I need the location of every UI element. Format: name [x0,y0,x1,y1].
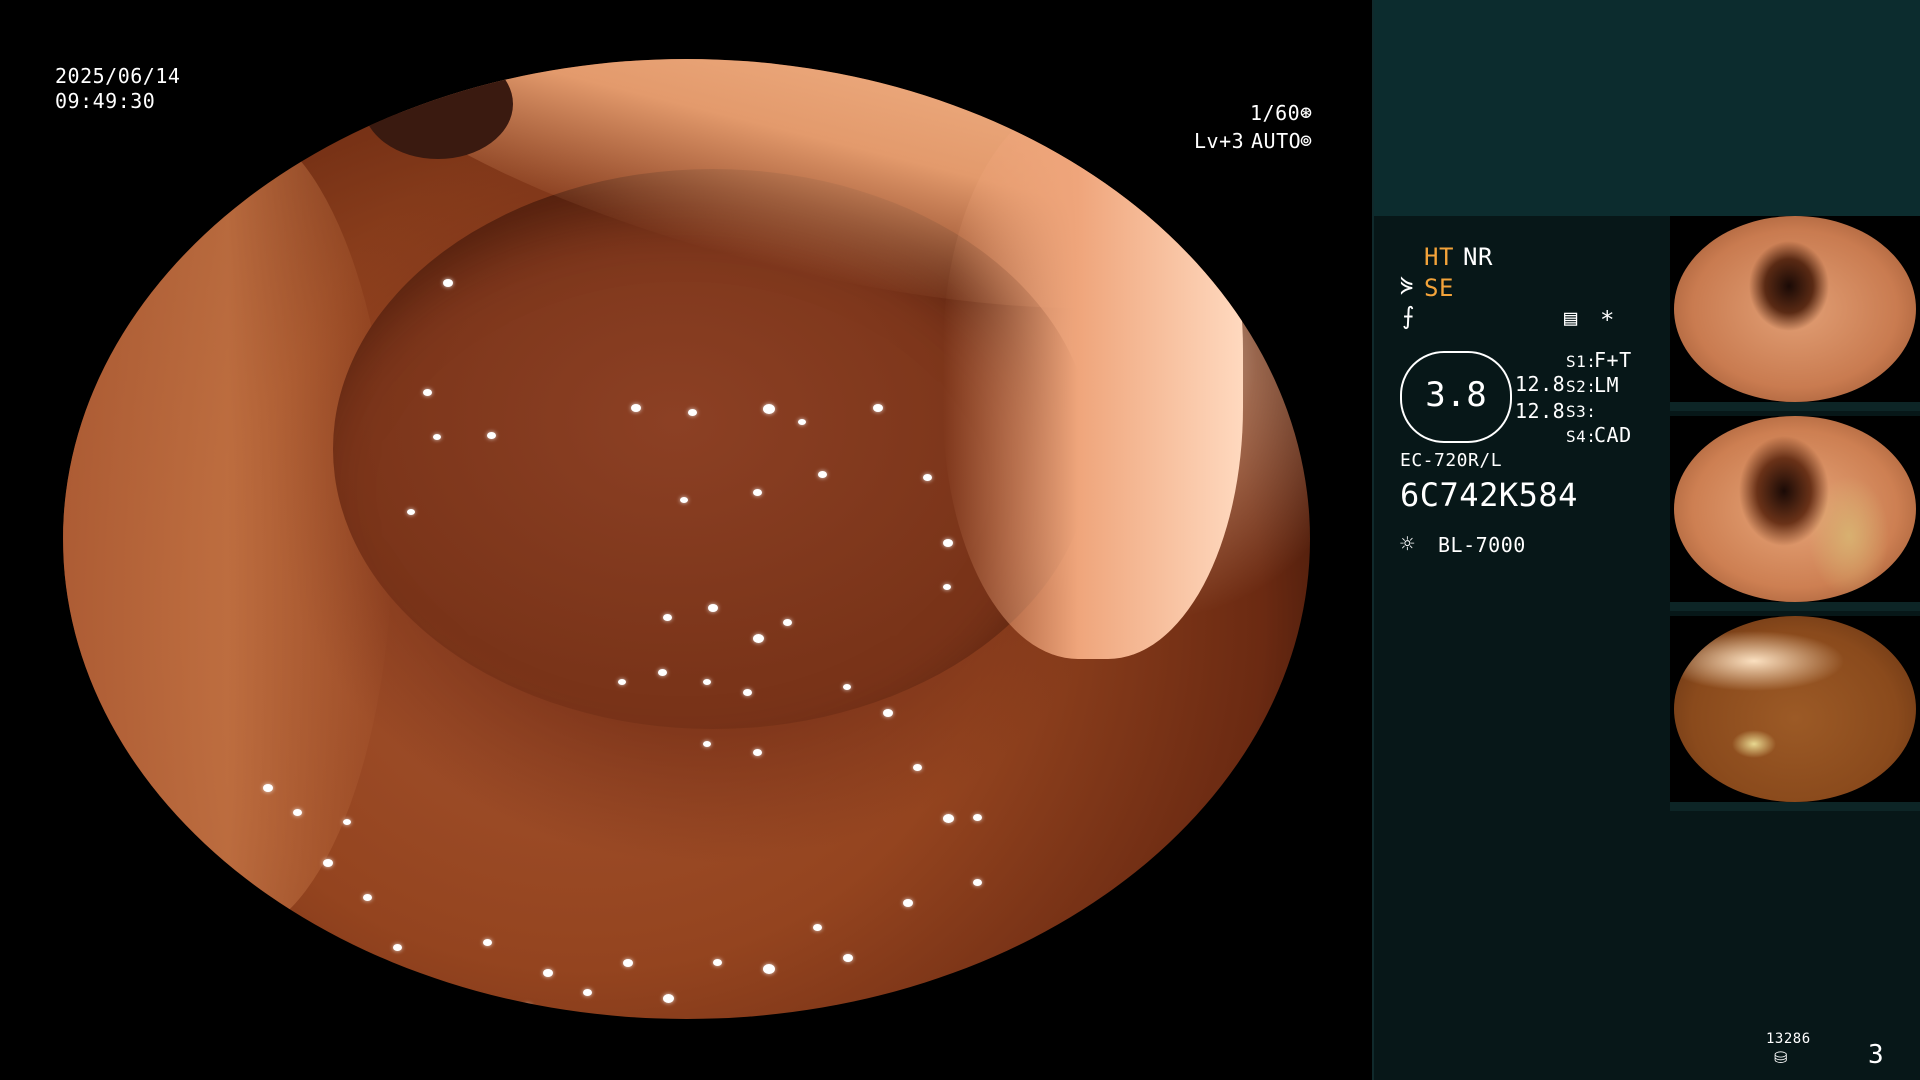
specular-highlight [973,814,982,821]
captured-thumbnail-1[interactable] [1670,216,1920,411]
shutter-speed: 1/60 [1250,101,1301,125]
specular-highlight [658,669,667,676]
s4-value: CAD [1594,423,1632,447]
thumbnail-image [1674,616,1916,802]
captured-thumbnail-3[interactable] [1670,616,1920,811]
specular-highlight [763,964,775,974]
thumbnail-image [1674,216,1916,402]
thumbnail-info-strip [1670,602,1920,611]
endoscope-video-view [63,59,1310,1019]
specular-highlight [843,684,851,690]
ht-indicator: HT [1424,243,1454,271]
specular-highlight [903,899,913,907]
se-indicator: SE [1424,274,1454,302]
mucosa-left-wall [63,119,393,939]
specular-highlight [883,709,893,717]
date-label: 2025/06/14 [55,64,181,88]
specular-highlight [433,434,441,440]
s1-label: S1: [1566,352,1597,371]
specular-highlight [753,634,764,643]
filter-icon: ⨍ [1402,302,1416,330]
scope-model: EC-720R/L [1400,450,1503,471]
specular-highlight [323,859,333,867]
nr-indicator: NR [1463,243,1493,271]
specular-highlight [783,619,792,626]
specular-highlight [943,584,951,590]
s3-label: S3: [1566,402,1597,421]
specular-highlight [423,389,432,396]
panel-header-area [1374,0,1920,216]
specular-highlight [523,1004,532,1011]
image-count: 3 [1868,1040,1885,1070]
specular-highlight [453,994,463,1002]
asterisk-marker: * [1600,306,1615,334]
light-source-icon: ☼ [1400,530,1415,558]
s2-value: LM [1594,373,1620,397]
specular-highlight [343,819,351,825]
specular-highlight [313,1009,322,1016]
specular-highlight [743,689,752,696]
s2-label: S2: [1566,377,1597,396]
specular-highlight [708,604,718,612]
specular-highlight [443,279,453,287]
specular-highlight [813,924,822,931]
specular-highlight [703,679,711,685]
specular-highlight [363,894,372,901]
iris-mode: AUTO [1251,129,1302,153]
scope-serial: 6C742K584 [1400,476,1578,514]
specular-highlight [680,497,688,503]
thumbnail-info-strip [1670,802,1920,811]
zoom-gauge: 3.8 [1400,351,1512,443]
time-label: 09:49:30 [55,89,156,113]
specular-highlight [663,994,674,1003]
specular-highlight [293,809,302,816]
specular-highlight [943,539,953,547]
specular-highlight [543,969,553,977]
specular-highlight [631,404,641,412]
thumbnail-info-strip [1670,402,1920,411]
specular-highlight [843,954,853,962]
specular-highlight [487,432,496,439]
specular-highlight [263,784,273,792]
specular-highlight [623,959,633,967]
gauge-value: 3.8 [1425,375,1487,415]
thumbnail-image [1674,416,1916,602]
specular-highlight [913,764,922,771]
specular-highlight [713,959,722,966]
specular-highlight [763,404,775,414]
specular-highlight [973,879,982,886]
specular-highlight [798,419,806,425]
brightness-level: Lv+3 [1194,129,1245,153]
shutter-icon: ⊛ [1300,100,1313,124]
specular-highlight [873,404,883,412]
specular-highlight [923,474,932,481]
storage-count: 13286 [1766,1031,1811,1047]
storage-icon: ⛁ [1774,1048,1788,1067]
specular-highlight [583,989,592,996]
specular-highlight [753,489,762,496]
specular-highlight [943,814,954,823]
readout-2: 12.8 [1515,399,1566,423]
structure-enhance-icon: ⋟ [1400,273,1414,298]
auto-iris-icon: ⊚ [1300,128,1313,152]
specular-highlight [483,939,492,946]
captured-thumbnail-2[interactable] [1670,416,1920,611]
menu-icon: ▤ [1564,306,1578,331]
specular-highlight [393,944,402,951]
specular-highlight [407,509,415,515]
specular-highlight [753,749,762,756]
readout-1: 12.8 [1515,372,1566,396]
light-source-model: BL-7000 [1438,533,1526,557]
specular-highlight [863,1014,872,1019]
s4-label: S4: [1566,427,1597,446]
specular-highlight [663,614,672,621]
specular-highlight [703,741,711,747]
specular-highlight [688,409,697,416]
mucosa-fold-right [943,99,1243,659]
specular-highlight [818,471,827,478]
s1-value: F+T [1594,348,1632,372]
specular-highlight [618,679,626,685]
